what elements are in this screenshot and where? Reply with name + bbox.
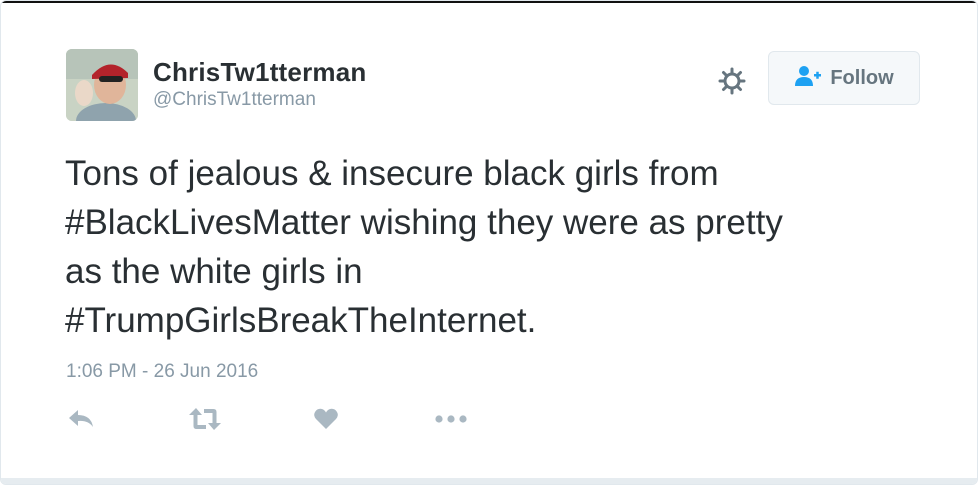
hashtag-black-lives-matter[interactable]: #BlackLivesMatter bbox=[65, 203, 351, 242]
retweet-icon[interactable] bbox=[187, 403, 223, 435]
top-border bbox=[1, 1, 977, 3]
gear-icon[interactable] bbox=[716, 65, 748, 97]
follow-button-label: Follow bbox=[830, 66, 894, 89]
avatar[interactable] bbox=[66, 49, 138, 121]
tweet-line-3: as the white girls in bbox=[65, 252, 363, 291]
reply-icon[interactable] bbox=[63, 403, 99, 435]
user-name[interactable]: ChrisTw1tterman bbox=[153, 57, 366, 88]
bottom-bar bbox=[1, 478, 977, 484]
hashtag-trump-girls[interactable]: #TrumpGirlsBreakTheInternet bbox=[65, 301, 527, 340]
tweet-timestamp[interactable]: 1:06 PM - 26 Jun 2016 bbox=[66, 361, 258, 383]
user-handle[interactable]: @ChrisTw1tterman bbox=[153, 89, 316, 111]
tweet-text: Tons of jealous & insecure black girls f… bbox=[65, 149, 945, 345]
tweet-line-2: wishing they were as pretty bbox=[350, 203, 783, 242]
follow-button[interactable]: Follow bbox=[768, 51, 920, 105]
tweet-ending: . bbox=[526, 301, 537, 340]
person-add-icon bbox=[794, 65, 822, 92]
more-dots-icon[interactable] bbox=[433, 403, 469, 435]
tweet-line-1: Tons of jealous & insecure black girls f… bbox=[65, 154, 719, 193]
heart-icon[interactable] bbox=[308, 403, 344, 435]
tweet-card: ChrisTw1tterman @ChrisTw1tterman Follow … bbox=[0, 0, 978, 485]
